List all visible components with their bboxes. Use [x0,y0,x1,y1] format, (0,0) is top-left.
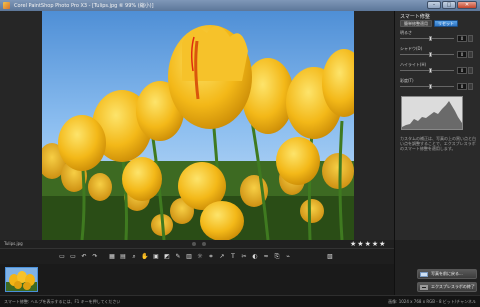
maximize-button[interactable]: □ [442,1,456,9]
tool-bar: ▭ ▭ ↶ ↷ ▦ ▤ ⌕ ✋ ▣ ◩ ✎ ▥ ☼ ⌗ ↗ T ✂ ◐ ≈ ⎘ … [0,248,394,264]
star-icon[interactable]: ★ [379,240,385,248]
image-viewer [0,11,394,240]
filmstrip-thumbnail[interactable] [5,267,38,292]
image-info: 画像: 1024 x 768 x RGB - 8 ビット/チャンネル [388,299,476,304]
panel-title: スマート修整 [400,14,430,20]
fit-window-icon[interactable]: ▦ [108,253,116,261]
saturation-spinner[interactable] [468,83,473,90]
status-bar: スマート修整: ヘルプを表示するには、F1 キーを押してください 画像: 102… [0,295,480,307]
panel-actions: 写真を前に戻る... エクスプレスラボの終了 [394,240,480,295]
panel-hint: カスタムの補正は、写真の上の黒い点と白い点を調整することで、エクスプレスラボのス… [400,136,476,151]
filmstrip [0,264,394,295]
brightness-slider-group: 明るさ 0 [400,30,477,42]
brightness-track[interactable] [400,38,454,39]
star-icon[interactable]: ★ [357,240,363,248]
color-balance-icon[interactable]: ◐ [251,253,259,261]
highlight-slider-group: ハイライト(H) 0 [400,62,477,74]
shadow-value-field[interactable]: 0 [457,51,467,58]
save-icon[interactable]: ▭ [58,253,66,261]
histogram [401,96,463,130]
redo-icon[interactable]: ↷ [91,253,99,261]
shadow-track[interactable] [400,54,454,55]
makeover-icon[interactable]: ▥ [185,253,193,261]
next-image-dot[interactable] [202,242,206,246]
star-icon[interactable]: ★ [365,240,371,248]
star-icon[interactable]: ★ [372,240,378,248]
actual-size-icon[interactable]: ▤ [119,253,127,261]
minimize-button[interactable]: – [427,1,441,9]
star-icon[interactable]: ★ [350,240,356,248]
shadow-thumb[interactable] [429,52,432,57]
saturation-slider-group: 彩度(T) 0 [400,78,477,90]
image-info-row: Tulips.jpg ★ ★ ★ ★ ★ [0,240,394,248]
effects-icon[interactable]: ⌁ [284,253,292,261]
highlight-track[interactable] [400,70,454,71]
save-as-icon[interactable]: ▭ [69,253,77,261]
saturation-thumb[interactable] [429,84,432,89]
prev-image-dot[interactable] [192,242,196,246]
status-message: スマート修整: ヘルプを表示するには、F1 キーを押してください [4,299,121,304]
brightness-thumb[interactable] [429,36,432,41]
filename-label: Tulips.jpg [4,241,23,246]
title-bar: Corel PaintShop Photo Pro X3 - [Tulips.j… [0,0,480,11]
window-title: Corel PaintShop Photo Pro X3 - [Tulips.j… [14,3,154,9]
exit-express-lab-button[interactable]: エクスプレスラボの終了 [417,282,477,292]
organizer-icon[interactable]: ▧ [326,253,334,261]
highlight-value-field[interactable]: 0 [457,67,467,74]
reset-button[interactable]: リセット [434,20,458,27]
photo-icon [420,272,428,277]
levels-icon[interactable]: ⌗ [207,253,215,261]
zoom-icon[interactable]: ⌕ [130,253,138,261]
shadow-spinner[interactable] [468,51,473,58]
open-photo-button[interactable]: 写真を前に戻る... [417,269,477,279]
exit-express-lab-label: エクスプレスラボの終了 [431,284,475,289]
pan-hand-icon[interactable]: ✋ [141,253,149,261]
fill-flash-icon[interactable]: ☼ [196,253,204,261]
rating-stars[interactable]: ★ ★ ★ ★ ★ [350,240,385,248]
apply-quickfix-button[interactable]: 簡単修整適用 [400,20,432,27]
saturation-track[interactable] [400,86,454,87]
brightness-value-field[interactable]: 0 [457,35,467,42]
close-button[interactable]: ✕ [457,1,477,9]
straighten-icon[interactable]: ▣ [152,253,160,261]
undo-icon[interactable]: ↶ [80,253,88,261]
highlight-spinner[interactable] [468,67,473,74]
saturation-value-field[interactable]: 0 [457,83,467,90]
red-eye-icon[interactable]: ✎ [174,253,182,261]
shadow-slider-group: シャドウ(D) 0 [400,46,477,58]
smart-fix-panel: スマート修整 簡単修整適用 リセット 明るさ 0 シャドウ(D) 0 ハイライト… [394,11,480,240]
highlight-thumb[interactable] [429,68,432,73]
crop-icon[interactable]: ◩ [163,253,171,261]
app-icon [3,2,10,9]
copy-icon[interactable]: ⎘ [273,253,281,261]
sharpen-icon[interactable]: ↗ [218,253,226,261]
exit-icon [420,285,428,290]
text-icon[interactable]: T [229,253,237,261]
brightness-spinner[interactable] [468,35,473,42]
noise-icon[interactable]: ≈ [262,253,270,261]
open-photo-label: 写真を前に戻る... [431,271,463,276]
photo-canvas[interactable] [42,11,354,240]
cut-icon[interactable]: ✂ [240,253,248,261]
